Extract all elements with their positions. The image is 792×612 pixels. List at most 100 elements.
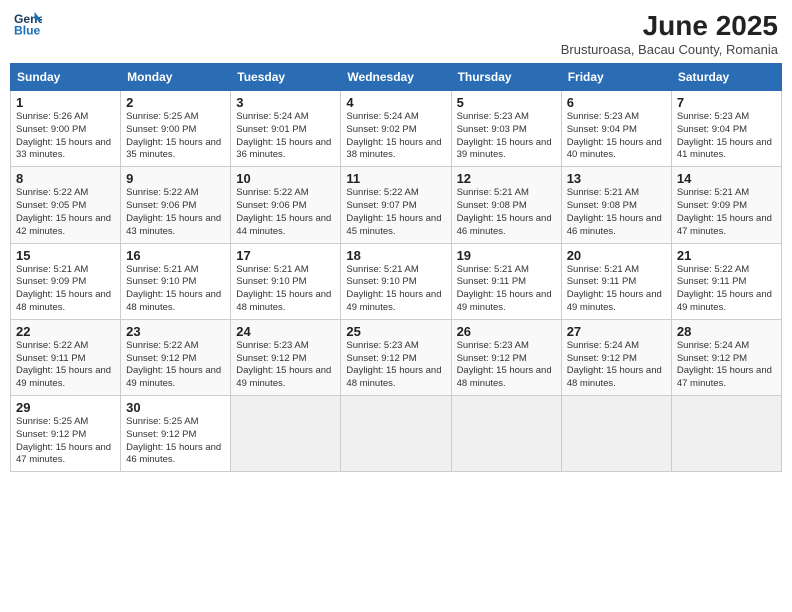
sunset-text: Sunset: 9:12 PM [677, 353, 747, 364]
table-row [451, 396, 561, 472]
day-info: Sunrise: 5:22 AM Sunset: 9:06 PM Dayligh… [126, 187, 225, 238]
day-number: 4 [346, 95, 445, 110]
logo: General Blue [14, 10, 42, 38]
sunset-text: Sunset: 9:10 PM [346, 276, 416, 287]
day-info: Sunrise: 5:26 AM Sunset: 9:00 PM Dayligh… [16, 111, 115, 162]
day-number: 19 [457, 248, 556, 263]
day-info: Sunrise: 5:24 AM Sunset: 9:12 PM Dayligh… [677, 340, 776, 391]
sunrise-text: Sunrise: 5:21 AM [677, 187, 749, 198]
table-row: 5 Sunrise: 5:23 AM Sunset: 9:03 PM Dayli… [451, 91, 561, 167]
day-number: 16 [126, 248, 225, 263]
daylight-text: Daylight: 15 hours and 40 minutes. [567, 137, 662, 161]
table-row [561, 396, 671, 472]
daylight-text: Daylight: 15 hours and 43 minutes. [126, 213, 221, 237]
day-number: 29 [16, 400, 115, 415]
table-row: 3 Sunrise: 5:24 AM Sunset: 9:01 PM Dayli… [231, 91, 341, 167]
table-row: 25 Sunrise: 5:23 AM Sunset: 9:12 PM Dayl… [341, 319, 451, 395]
table-row [341, 396, 451, 472]
day-info: Sunrise: 5:21 AM Sunset: 9:08 PM Dayligh… [457, 187, 556, 238]
sunrise-text: Sunrise: 5:23 AM [567, 111, 639, 122]
sunset-text: Sunset: 9:04 PM [677, 124, 747, 135]
sunrise-text: Sunrise: 5:25 AM [16, 416, 88, 427]
table-row: 6 Sunrise: 5:23 AM Sunset: 9:04 PM Dayli… [561, 91, 671, 167]
daylight-text: Daylight: 15 hours and 42 minutes. [16, 213, 111, 237]
day-info: Sunrise: 5:21 AM Sunset: 9:09 PM Dayligh… [16, 264, 115, 315]
daylight-text: Daylight: 15 hours and 35 minutes. [126, 137, 221, 161]
table-row: 14 Sunrise: 5:21 AM Sunset: 9:09 PM Dayl… [671, 167, 781, 243]
table-row: 13 Sunrise: 5:21 AM Sunset: 9:08 PM Dayl… [561, 167, 671, 243]
day-info: Sunrise: 5:24 AM Sunset: 9:12 PM Dayligh… [567, 340, 666, 391]
day-number: 24 [236, 324, 335, 339]
day-info: Sunrise: 5:21 AM Sunset: 9:10 PM Dayligh… [346, 264, 445, 315]
day-number: 20 [567, 248, 666, 263]
header-thursday: Thursday [451, 64, 561, 91]
table-row: 7 Sunrise: 5:23 AM Sunset: 9:04 PM Dayli… [671, 91, 781, 167]
table-row: 19 Sunrise: 5:21 AM Sunset: 9:11 PM Dayl… [451, 243, 561, 319]
header-saturday: Saturday [671, 64, 781, 91]
table-row: 23 Sunrise: 5:22 AM Sunset: 9:12 PM Dayl… [121, 319, 231, 395]
sunset-text: Sunset: 9:11 PM [567, 276, 637, 287]
daylight-text: Daylight: 15 hours and 47 minutes. [677, 213, 772, 237]
sunrise-text: Sunrise: 5:24 AM [346, 111, 418, 122]
sunset-text: Sunset: 9:11 PM [16, 353, 86, 364]
day-number: 8 [16, 171, 115, 186]
day-number: 22 [16, 324, 115, 339]
daylight-text: Daylight: 15 hours and 48 minutes. [457, 365, 552, 389]
day-info: Sunrise: 5:22 AM Sunset: 9:05 PM Dayligh… [16, 187, 115, 238]
day-info: Sunrise: 5:22 AM Sunset: 9:06 PM Dayligh… [236, 187, 335, 238]
daylight-text: Daylight: 15 hours and 49 minutes. [16, 365, 111, 389]
day-info: Sunrise: 5:24 AM Sunset: 9:02 PM Dayligh… [346, 111, 445, 162]
daylight-text: Daylight: 15 hours and 44 minutes. [236, 213, 331, 237]
day-info: Sunrise: 5:23 AM Sunset: 9:04 PM Dayligh… [677, 111, 776, 162]
sunrise-text: Sunrise: 5:23 AM [457, 340, 529, 351]
sunrise-text: Sunrise: 5:24 AM [677, 340, 749, 351]
header-tuesday: Tuesday [231, 64, 341, 91]
daylight-text: Daylight: 15 hours and 49 minutes. [567, 289, 662, 313]
table-row: 28 Sunrise: 5:24 AM Sunset: 9:12 PM Dayl… [671, 319, 781, 395]
sunset-text: Sunset: 9:06 PM [126, 200, 196, 211]
title-area: June 2025 Brusturoasa, Bacau County, Rom… [561, 10, 778, 57]
calendar-week-5: 29 Sunrise: 5:25 AM Sunset: 9:12 PM Dayl… [11, 396, 782, 472]
table-row: 17 Sunrise: 5:21 AM Sunset: 9:10 PM Dayl… [231, 243, 341, 319]
daylight-text: Daylight: 15 hours and 48 minutes. [567, 365, 662, 389]
sunset-text: Sunset: 9:11 PM [457, 276, 527, 287]
sunrise-text: Sunrise: 5:22 AM [16, 187, 88, 198]
day-info: Sunrise: 5:21 AM Sunset: 9:10 PM Dayligh… [126, 264, 225, 315]
svg-text:Blue: Blue [14, 23, 41, 37]
table-row: 30 Sunrise: 5:25 AM Sunset: 9:12 PM Dayl… [121, 396, 231, 472]
header-monday: Monday [121, 64, 231, 91]
day-number: 7 [677, 95, 776, 110]
table-row: 26 Sunrise: 5:23 AM Sunset: 9:12 PM Dayl… [451, 319, 561, 395]
daylight-text: Daylight: 15 hours and 39 minutes. [457, 137, 552, 161]
table-row: 12 Sunrise: 5:21 AM Sunset: 9:08 PM Dayl… [451, 167, 561, 243]
sunrise-text: Sunrise: 5:23 AM [236, 340, 308, 351]
logo-icon: General Blue [14, 10, 42, 38]
table-row: 9 Sunrise: 5:22 AM Sunset: 9:06 PM Dayli… [121, 167, 231, 243]
day-info: Sunrise: 5:25 AM Sunset: 9:00 PM Dayligh… [126, 111, 225, 162]
sunset-text: Sunset: 9:06 PM [236, 200, 306, 211]
day-number: 12 [457, 171, 556, 186]
day-number: 26 [457, 324, 556, 339]
sunrise-text: Sunrise: 5:23 AM [457, 111, 529, 122]
table-row: 21 Sunrise: 5:22 AM Sunset: 9:11 PM Dayl… [671, 243, 781, 319]
calendar-week-1: 1 Sunrise: 5:26 AM Sunset: 9:00 PM Dayli… [11, 91, 782, 167]
sunrise-text: Sunrise: 5:21 AM [457, 187, 529, 198]
day-number: 11 [346, 171, 445, 186]
daylight-text: Daylight: 15 hours and 33 minutes. [16, 137, 111, 161]
sunrise-text: Sunrise: 5:24 AM [567, 340, 639, 351]
page-header: General Blue June 2025 Brusturoasa, Baca… [10, 10, 782, 57]
daylight-text: Daylight: 15 hours and 45 minutes. [346, 213, 441, 237]
sunset-text: Sunset: 9:12 PM [16, 429, 86, 440]
day-info: Sunrise: 5:25 AM Sunset: 9:12 PM Dayligh… [16, 416, 115, 467]
daylight-text: Daylight: 15 hours and 49 minutes. [457, 289, 552, 313]
page-title: June 2025 [561, 10, 778, 42]
sunset-text: Sunset: 9:01 PM [236, 124, 306, 135]
sunset-text: Sunset: 9:12 PM [346, 353, 416, 364]
day-info: Sunrise: 5:22 AM Sunset: 9:12 PM Dayligh… [126, 340, 225, 391]
daylight-text: Daylight: 15 hours and 36 minutes. [236, 137, 331, 161]
day-info: Sunrise: 5:23 AM Sunset: 9:04 PM Dayligh… [567, 111, 666, 162]
sunrise-text: Sunrise: 5:21 AM [236, 264, 308, 275]
calendar-week-4: 22 Sunrise: 5:22 AM Sunset: 9:11 PM Dayl… [11, 319, 782, 395]
daylight-text: Daylight: 15 hours and 49 minutes. [346, 289, 441, 313]
sunrise-text: Sunrise: 5:21 AM [126, 264, 198, 275]
